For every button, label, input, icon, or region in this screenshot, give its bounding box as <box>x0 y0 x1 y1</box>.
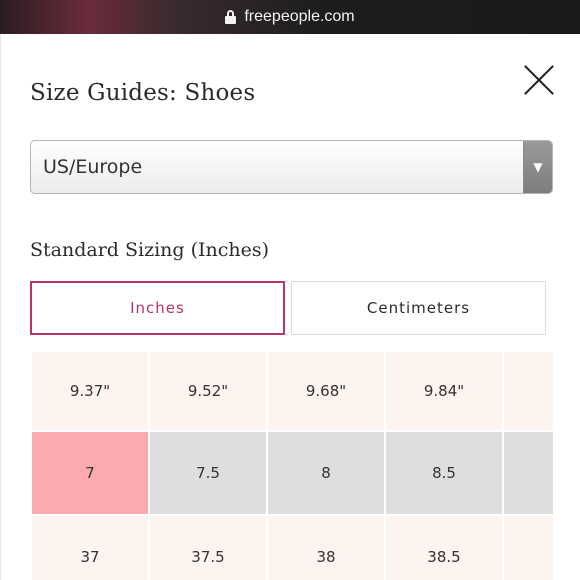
region-select-value: US/Europe <box>43 156 143 178</box>
table-cell: 9.52" <box>148 350 268 432</box>
table-cell <box>502 430 553 516</box>
lock-icon <box>225 10 237 24</box>
size-table: 9.37" 9.52" 9.68" 9.84" 10 7 7.5 8 8.5 3… <box>30 350 553 580</box>
table-cell: 9.84" <box>384 350 504 432</box>
table-cell: 7.5 <box>148 430 268 516</box>
dropdown-arrow-icon[interactable]: ▼ <box>523 141 552 193</box>
table-cell: 9.37" <box>30 350 150 432</box>
table-cell: 37.5 <box>148 514 268 580</box>
table-cell-highlighted: 7 <box>30 430 150 516</box>
modal-title: Size Guides: Shoes <box>30 80 256 106</box>
table-cell: 37 <box>30 514 150 580</box>
table-cell: 9.68" <box>266 350 386 432</box>
tab-centimeters[interactable]: Centimeters <box>291 281 546 335</box>
table-cell: 8 <box>266 430 386 516</box>
section-title: Standard Sizing (Inches) <box>30 239 270 261</box>
tab-inches[interactable]: Inches <box>30 281 285 335</box>
size-guide-modal: Size Guides: Shoes US/Europe ▼ Standard … <box>0 34 580 580</box>
table-cell: 8.5 <box>384 430 504 516</box>
table-row-us: 7 7.5 8 8.5 <box>30 430 553 516</box>
table-cell: 10 <box>502 350 553 432</box>
table-cell: 38 <box>266 514 386 580</box>
browser-url-bar[interactable]: freepeople.com <box>0 0 580 34</box>
table-cell: 3 <box>502 514 553 580</box>
table-row-eu: 37 37.5 38 38.5 3 <box>30 514 553 580</box>
region-select[interactable]: US/Europe ▼ <box>30 140 553 194</box>
table-row-inches: 9.37" 9.52" 9.68" 9.84" 10 <box>30 350 553 432</box>
close-icon[interactable] <box>521 62 557 98</box>
url-text[interactable]: freepeople.com <box>244 8 354 26</box>
table-cell: 38.5 <box>384 514 504 580</box>
